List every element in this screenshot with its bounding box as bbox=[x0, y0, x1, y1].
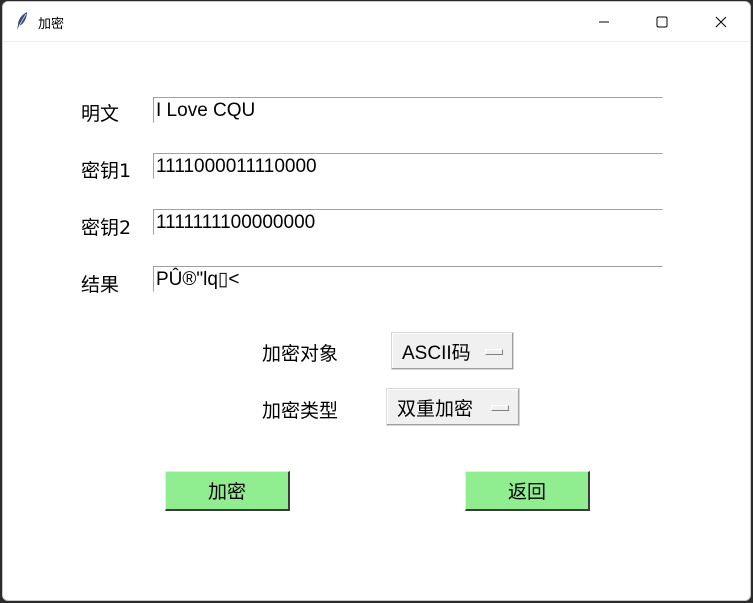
minimize-button[interactable] bbox=[575, 2, 633, 41]
app-window: 加密 明文 I Love CQU 密钥1 1111000011110000 密钥… bbox=[2, 1, 751, 601]
close-button[interactable] bbox=[692, 2, 750, 41]
encrypt-object-value: ASCII码 bbox=[402, 342, 471, 364]
dropdown-indicator-icon bbox=[491, 405, 509, 411]
encrypt-object-label: 加密对象 bbox=[262, 343, 339, 365]
key1-label: 密钥1 bbox=[81, 160, 132, 182]
key2-label: 密钥2 bbox=[81, 217, 132, 239]
maximize-icon bbox=[656, 16, 668, 28]
encrypt-type-value: 双重加密 bbox=[397, 398, 474, 420]
key1-input[interactable]: 1111000011110000 bbox=[153, 153, 663, 179]
maximize-button[interactable] bbox=[633, 2, 691, 41]
result-label: 结果 bbox=[81, 274, 120, 296]
encrypt-object-menu[interactable]: ASCII码 bbox=[391, 332, 514, 370]
encrypt-type-menu[interactable]: 双重加密 bbox=[386, 388, 520, 426]
title-bar[interactable]: 加密 bbox=[3, 2, 750, 42]
close-icon bbox=[715, 16, 727, 28]
encrypt-type-label: 加密类型 bbox=[262, 400, 339, 422]
dropdown-indicator-icon bbox=[485, 349, 503, 355]
plaintext-input[interactable]: I Love CQU bbox=[153, 97, 663, 123]
key2-input[interactable]: 1111111100000000 bbox=[153, 209, 663, 235]
back-button[interactable]: 返回 bbox=[465, 471, 590, 511]
window-title: 加密 bbox=[38, 17, 65, 32]
plaintext-label: 明文 bbox=[81, 103, 120, 125]
minimize-icon bbox=[598, 16, 610, 28]
result-output[interactable]: PÛ®"lq▯< bbox=[153, 266, 663, 292]
feather-icon bbox=[15, 11, 29, 31]
encrypt-button[interactable]: 加密 bbox=[165, 471, 290, 511]
